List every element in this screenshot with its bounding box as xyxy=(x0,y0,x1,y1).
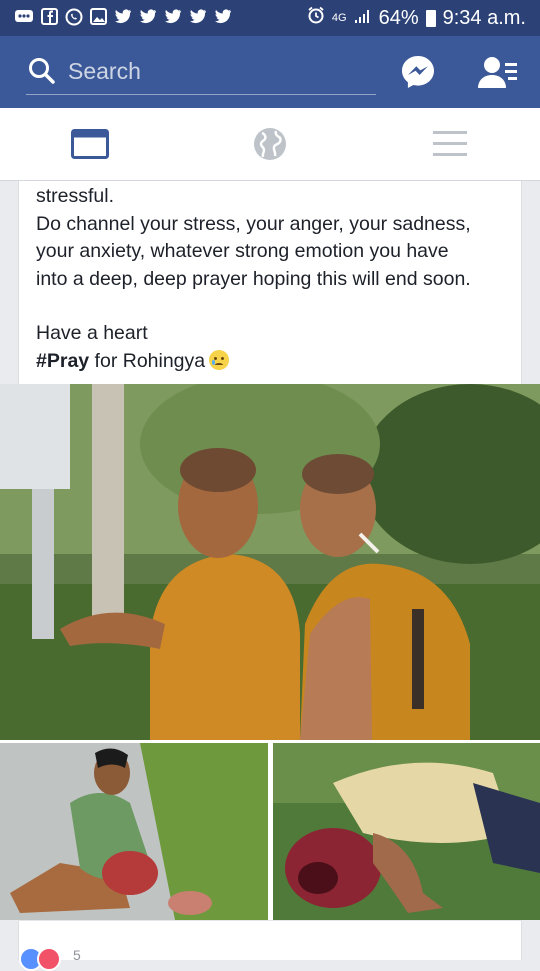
twitter-icon xyxy=(164,9,182,27)
post-photo-main[interactable] xyxy=(0,384,540,740)
post-footer: 5 xyxy=(18,920,522,971)
twitter-icon xyxy=(139,9,157,27)
clock: 9:34 a.m. xyxy=(442,6,526,29)
notification-icons xyxy=(14,8,232,29)
search-input[interactable] xyxy=(66,56,360,86)
post-photo-left[interactable] xyxy=(0,743,268,920)
post-line: into a deep, deep prayer hoping this wil… xyxy=(36,267,471,290)
tab-menu[interactable] xyxy=(360,108,540,180)
system-status: 4G 64% 9:34 a.m. xyxy=(307,6,526,30)
tab-news-feed[interactable] xyxy=(0,108,180,180)
post-line: your anxiety, whatever strong emotion yo… xyxy=(36,240,449,262)
messenger-icon[interactable] xyxy=(400,54,436,90)
friend-requests-icon[interactable] xyxy=(478,55,518,89)
battery-icon xyxy=(425,9,436,27)
gallery-icon xyxy=(90,8,107,28)
post-line: #Pray for Rohingya xyxy=(36,348,521,376)
twitter-icon xyxy=(214,9,232,27)
chat-icon xyxy=(14,9,34,28)
news-feed-icon xyxy=(71,129,109,159)
post-line: Do channel your stress, your anger, your… xyxy=(36,212,471,235)
post-photo-right[interactable] xyxy=(273,743,540,920)
post-line: stressful. xyxy=(36,185,115,207)
post-text: stressful. Do channel your stress, your … xyxy=(18,181,522,384)
status-bar: 4G 64% 9:34 a.m. xyxy=(0,0,540,36)
alarm-icon xyxy=(307,6,325,30)
app-bar xyxy=(0,36,540,108)
crying-face-emoji xyxy=(209,349,230,370)
twitter-icon xyxy=(189,9,207,27)
photo-scene xyxy=(273,743,540,920)
globe-icon xyxy=(254,128,286,160)
facebook-icon xyxy=(41,8,58,28)
search-bar[interactable] xyxy=(26,48,376,95)
reaction-count[interactable]: 5 xyxy=(73,947,81,963)
search-icon xyxy=(29,58,55,84)
menu-icon xyxy=(433,131,467,156)
post-line: Have a heart xyxy=(36,322,148,344)
twitter-icon xyxy=(114,9,132,27)
whatsapp-icon xyxy=(65,8,83,29)
post-line-text: for Rohingya xyxy=(89,349,206,372)
photo-scene xyxy=(0,384,540,740)
battery-level: 64% xyxy=(378,6,419,29)
network-type: 4G xyxy=(331,12,347,24)
love-reaction-icon[interactable] xyxy=(37,947,61,971)
photo-scene xyxy=(0,743,268,920)
hashtag-link[interactable]: #Pray xyxy=(36,350,89,372)
tab-notifications[interactable] xyxy=(180,108,360,180)
tab-bar xyxy=(0,108,540,181)
signal-icon xyxy=(354,7,372,30)
